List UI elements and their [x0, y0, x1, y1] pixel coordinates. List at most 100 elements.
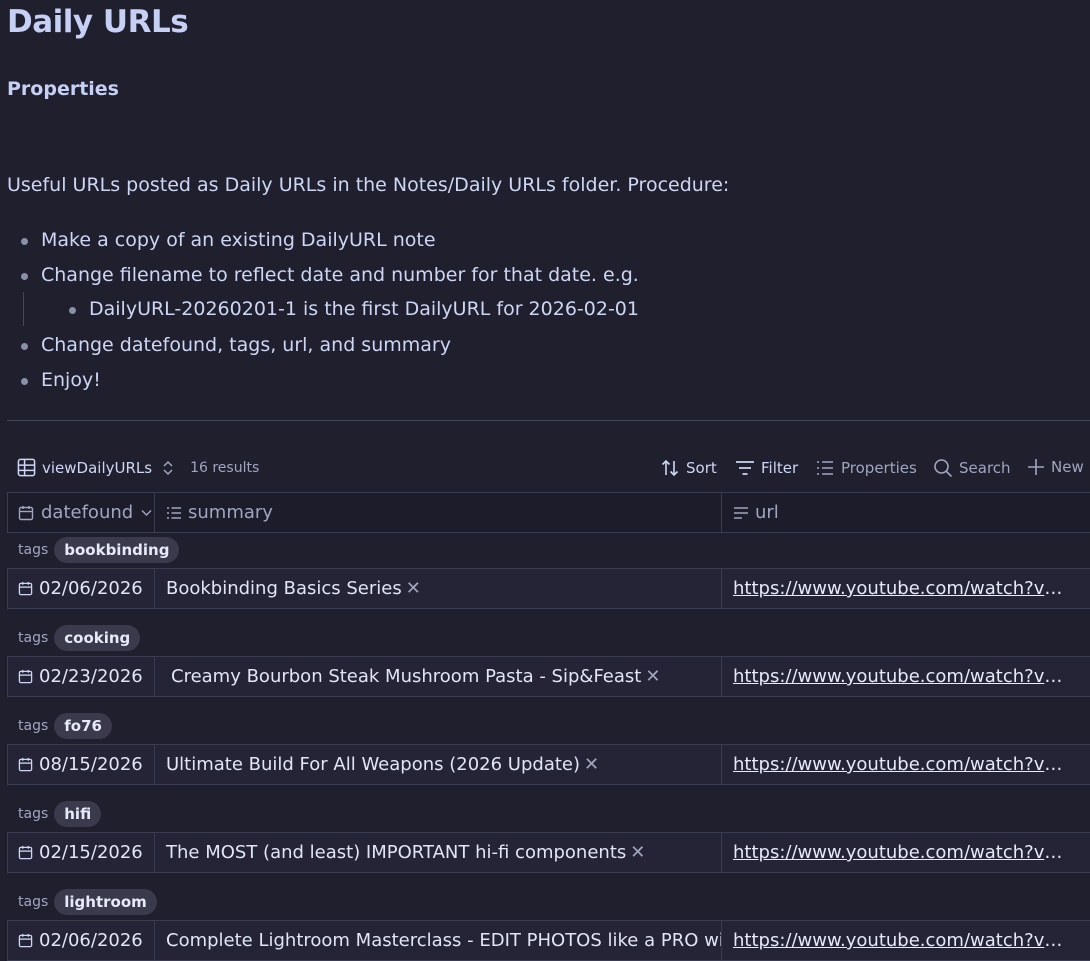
- date-cell[interactable]: 02/06/2026: [7, 921, 155, 960]
- bullet-dot: [69, 307, 76, 314]
- column-label: datefound: [41, 502, 134, 523]
- bullet-dot: [21, 343, 28, 350]
- url-cell[interactable]: https://www.youtube.com/watch?v=d...: [723, 745, 1090, 784]
- url-cell[interactable]: https://www.youtube.com/watch?v=P...: [723, 833, 1090, 872]
- calendar-icon: [18, 505, 34, 521]
- group-header[interactable]: tags lightroom: [7, 884, 1090, 920]
- list-icon: [815, 458, 835, 478]
- group-prefix: tags: [18, 542, 49, 558]
- group-header[interactable]: tags bookbinding: [7, 532, 1090, 568]
- sort-button[interactable]: Sort: [660, 458, 717, 478]
- bullet-dot: [21, 273, 28, 280]
- url-cell[interactable]: https://www.youtube.com/watch?v=k...: [723, 657, 1090, 696]
- url-link[interactable]: https://www.youtube.com/watch?v=S...: [733, 930, 1063, 951]
- tag-pill: bookbinding: [54, 537, 180, 563]
- chevron-down-icon: [141, 509, 152, 517]
- text-icon: [733, 505, 749, 521]
- indent-guide: [23, 292, 24, 326]
- summary-cell[interactable]: Ultimate Build For All Weapons (2026 Upd…: [156, 745, 722, 784]
- url-link[interactable]: https://www.youtube.com/watch?v=k...: [733, 666, 1063, 687]
- date-value: 08/15/2026: [39, 754, 143, 775]
- list-item: Change datefound, tags, url, and summary: [41, 334, 451, 356]
- url-link[interactable]: https://www.youtube.com/watch?v=d...: [733, 754, 1063, 775]
- date-value: 02/06/2026: [39, 930, 143, 951]
- search-label: Search: [959, 459, 1011, 477]
- url-link[interactable]: https://www.youtube.com/watch?v=4...: [733, 578, 1063, 599]
- base-toolbar: viewDailyURLs 16 results Sort Filter Pro…: [0, 452, 1090, 486]
- table-row[interactable]: 08/15/2026 Ultimate Build For All Weapon…: [7, 744, 1090, 785]
- calendar-icon: [18, 933, 33, 948]
- date-value: 02/23/2026: [39, 666, 143, 687]
- calendar-icon: [18, 581, 33, 596]
- properties-heading[interactable]: Properties: [7, 78, 119, 100]
- summary-value: The MOST (and least) IMPORTANT hi-fi com…: [166, 842, 627, 863]
- summary-value: Bookbinding Basics Series: [166, 578, 402, 599]
- table-row[interactable]: 02/23/2026 Creamy Bourbon Steak Mushroom…: [7, 656, 1090, 697]
- summary-cell[interactable]: Bookbinding Basics Series ✕: [156, 569, 722, 608]
- view-selector[interactable]: viewDailyURLs 16 results: [17, 458, 259, 477]
- date-value: 02/06/2026: [39, 578, 143, 599]
- divider: [7, 420, 1090, 421]
- properties-label: Properties: [841, 459, 917, 477]
- search-button[interactable]: Search: [933, 458, 1011, 478]
- new-label: New: [1051, 458, 1084, 476]
- close-icon[interactable]: ✕: [645, 666, 660, 687]
- bullet-dot: [21, 238, 28, 245]
- list-item: Enjoy!: [41, 369, 101, 391]
- list-icon: [166, 505, 182, 521]
- summary-value: Complete Lightroom Masterclass - EDIT PH…: [166, 930, 722, 951]
- date-value: 02/15/2026: [39, 842, 143, 863]
- date-cell[interactable]: 08/15/2026: [7, 745, 155, 784]
- group-header[interactable]: tags hifi: [7, 796, 1090, 832]
- date-cell[interactable]: 02/23/2026: [7, 657, 155, 696]
- list-item: DailyURL-20260201-1 is the first DailyUR…: [89, 298, 639, 320]
- tag-pill: hifi: [54, 801, 102, 827]
- table-header: datefound summary url: [7, 492, 1090, 533]
- properties-button[interactable]: Properties: [815, 458, 917, 478]
- filter-icon: [735, 458, 755, 478]
- column-header-url[interactable]: url: [723, 493, 1090, 532]
- close-icon[interactable]: ✕: [406, 578, 421, 599]
- table-row[interactable]: 02/06/2026 Complete Lightroom Masterclas…: [7, 920, 1090, 961]
- close-icon[interactable]: ✕: [630, 842, 645, 863]
- list-item: Change filename to reflect date and numb…: [41, 264, 639, 286]
- summary-cell[interactable]: The MOST (and least) IMPORTANT hi-fi com…: [156, 833, 722, 872]
- calendar-icon: [18, 669, 33, 684]
- group-header[interactable]: tags fo76: [7, 708, 1090, 744]
- filter-label: Filter: [761, 459, 799, 477]
- plus-icon: [1027, 458, 1045, 476]
- tag-pill: fo76: [54, 713, 112, 739]
- column-header-datefound[interactable]: datefound: [7, 493, 155, 532]
- group-prefix: tags: [18, 806, 49, 822]
- url-cell[interactable]: https://www.youtube.com/watch?v=4...: [723, 569, 1090, 608]
- column-label: summary: [188, 502, 273, 523]
- group-prefix: tags: [18, 630, 49, 646]
- date-cell[interactable]: 02/15/2026: [7, 833, 155, 872]
- search-icon: [933, 458, 953, 478]
- summary-cell[interactable]: Complete Lightroom Masterclass - EDIT PH…: [156, 921, 722, 960]
- list-item: Make a copy of an existing DailyURL note: [41, 229, 436, 251]
- table-row[interactable]: 02/15/2026 The MOST (and least) IMPORTAN…: [7, 832, 1090, 873]
- close-icon[interactable]: ✕: [584, 754, 599, 775]
- group-header[interactable]: tags cooking: [7, 620, 1090, 656]
- sort-label: Sort: [686, 459, 717, 477]
- sort-icon: [660, 458, 680, 478]
- url-cell[interactable]: https://www.youtube.com/watch?v=S...: [723, 921, 1090, 960]
- view-name: viewDailyURLs: [42, 458, 153, 477]
- group-prefix: tags: [18, 894, 49, 910]
- calendar-icon: [18, 757, 33, 772]
- summary-value: Creamy Bourbon Steak Mushroom Pasta - Si…: [171, 666, 642, 687]
- new-button[interactable]: New: [1027, 458, 1084, 476]
- calendar-icon: [18, 845, 33, 860]
- table-row[interactable]: 02/06/2026 Bookbinding Basics Series ✕ ht…: [7, 568, 1090, 609]
- url-link[interactable]: https://www.youtube.com/watch?v=P...: [733, 842, 1063, 863]
- page-description: Useful URLs posted as Daily URLs in the …: [7, 174, 730, 196]
- group-prefix: tags: [18, 718, 49, 734]
- tag-pill: cooking: [54, 625, 141, 651]
- bullet-dot: [21, 378, 28, 385]
- date-cell[interactable]: 02/06/2026: [7, 569, 155, 608]
- summary-cell[interactable]: Creamy Bourbon Steak Mushroom Pasta - Si…: [156, 657, 722, 696]
- column-header-summary[interactable]: summary: [156, 493, 722, 532]
- tag-pill: lightroom: [54, 889, 157, 915]
- filter-button[interactable]: Filter: [735, 458, 798, 478]
